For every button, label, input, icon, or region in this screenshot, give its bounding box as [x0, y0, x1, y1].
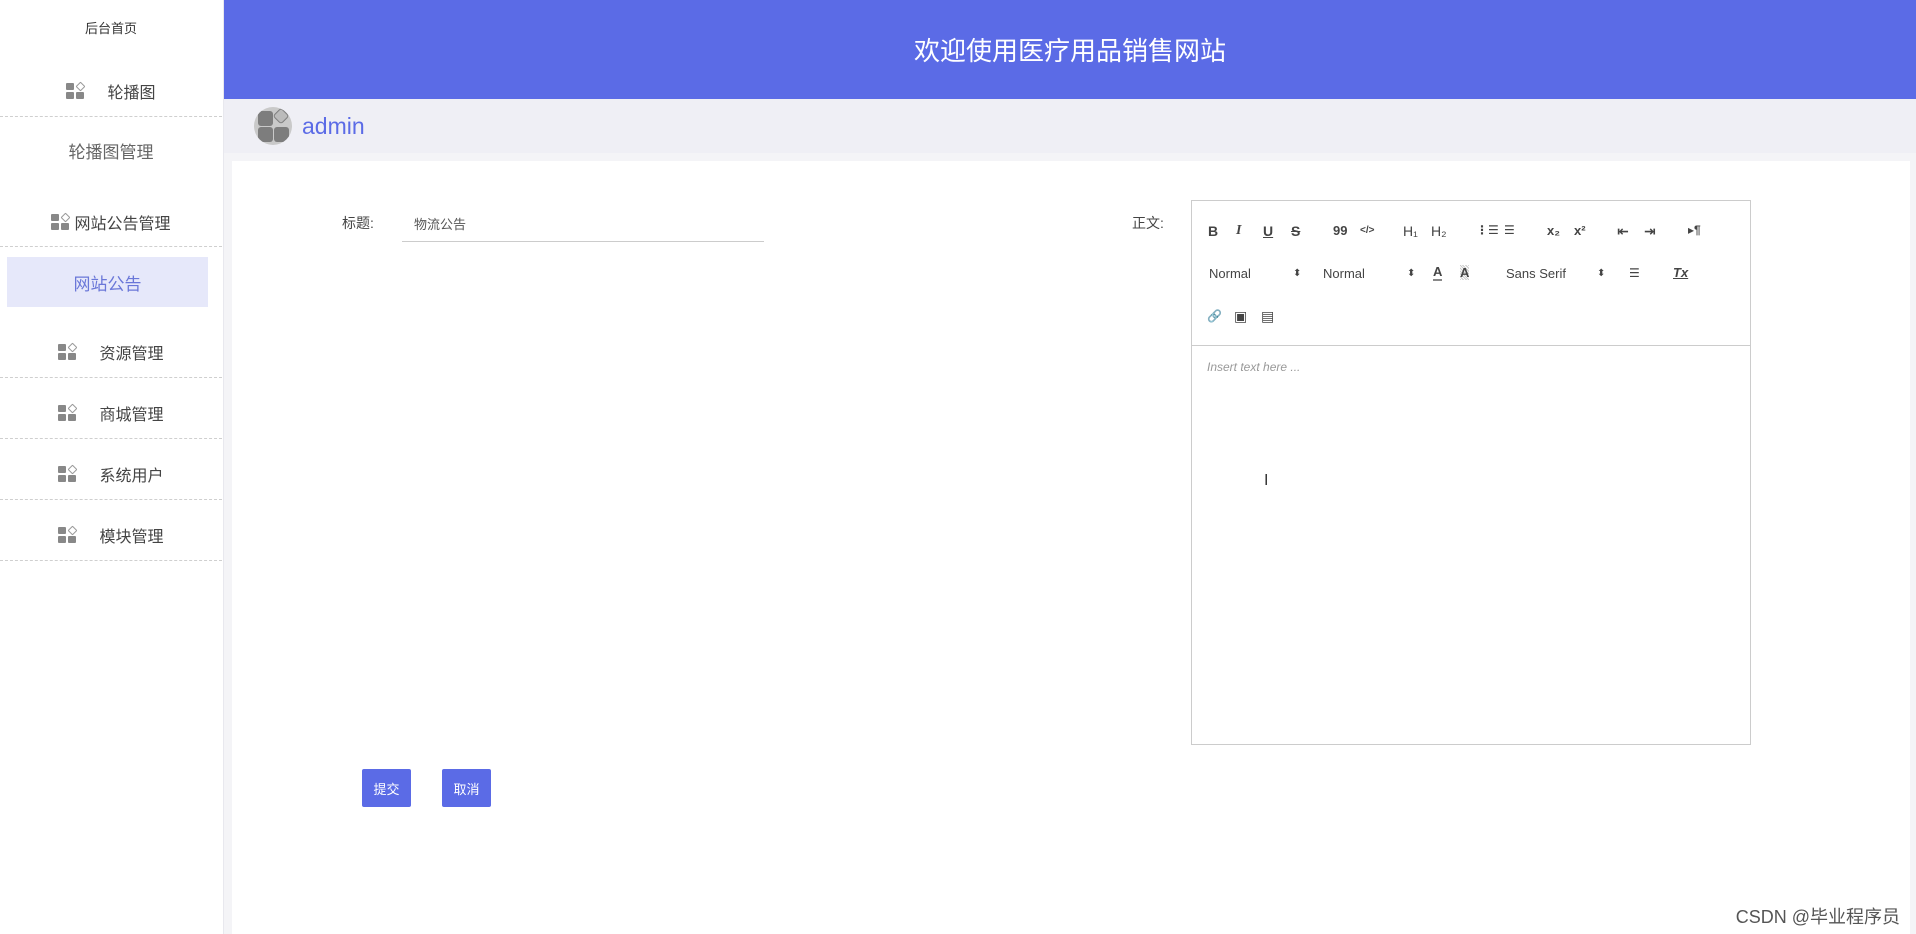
align-button[interactable]: ☰ [1629, 266, 1640, 280]
grid-icon [58, 464, 78, 483]
user-bar: admin [224, 99, 1916, 153]
clean-format-button[interactable]: Tx [1673, 265, 1688, 280]
italic-button[interactable]: I [1236, 223, 1241, 239]
cancel-button[interactable]: 取消 [442, 769, 491, 807]
sidebar-item-carousel[interactable]: 轮播图 [0, 66, 222, 117]
title-label: 标题: [342, 215, 374, 231]
header-select[interactable]: Normal ⬍ [1209, 266, 1304, 281]
sidebar-item-modules[interactable]: 模块管理 [0, 510, 222, 561]
strike-button[interactable]: S [1291, 223, 1300, 239]
subscript-button[interactable]: x₂ [1547, 223, 1560, 238]
ordered-list-button[interactable]: ⋮☰ [1476, 223, 1499, 237]
text-color-button[interactable]: A [1433, 265, 1443, 281]
grid-icon [58, 342, 78, 361]
editor-toolbar: B I U S 99 </> H₁ H₂ ⋮☰ ☰ x₂ x² ⇤ ⇥ ▸¶ N… [1192, 201, 1750, 346]
page-title: 欢迎使用医疗用品销售网站 [913, 36, 1226, 66]
select-arrows-icon: ⬍ [1597, 268, 1606, 279]
sidebar-item-label: 模块管理 [99, 529, 164, 546]
editor-content-area[interactable]: Insert text here ... [1192, 346, 1750, 744]
grid-icon [66, 81, 86, 100]
watermark: CSDN @毕业程序员 [1735, 907, 1900, 927]
h1-button[interactable]: H₁ [1403, 223, 1418, 239]
avatar[interactable] [254, 107, 292, 145]
font-select-value: Sans Serif [1506, 266, 1566, 281]
body-label: 正文: [1132, 215, 1164, 231]
sidebar-item-mall[interactable]: 商城管理 [0, 388, 222, 439]
background-color-button[interactable]: A [1460, 265, 1470, 280]
video-button[interactable]: ▤ [1261, 308, 1274, 325]
sidebar-item-label: 资源管理 [99, 346, 164, 363]
text-cursor-icon: I [1264, 472, 1269, 489]
select-arrows-icon: ⬍ [1407, 268, 1416, 279]
submit-button[interactable]: 提交 [362, 769, 411, 807]
sidebar-item-resources[interactable]: 资源管理 [0, 327, 222, 378]
sidebar-item-label: 商城管理 [99, 407, 164, 424]
superscript-button[interactable]: x² [1574, 223, 1586, 238]
page-header: 欢迎使用医疗用品销售网站 [224, 0, 1916, 99]
grid-icon [58, 403, 78, 422]
sidebar-home[interactable]: 后台首页 [0, 14, 222, 40]
size-select[interactable]: Normal ⬍ [1323, 266, 1418, 281]
font-select[interactable]: Sans Serif ⬍ [1506, 266, 1606, 281]
title-input[interactable] [402, 206, 764, 242]
link-button[interactable]: 🔗 [1207, 309, 1222, 323]
editor-placeholder: Insert text here ... [1207, 360, 1301, 374]
sidebar-item-notice-manage[interactable]: 网站公告管理 [0, 198, 222, 247]
sidebar-item-label: 轮播图 [107, 85, 156, 102]
sidebar-item-label: 网站公告管理 [74, 216, 171, 233]
direction-button[interactable]: ▸¶ [1688, 223, 1701, 237]
underline-button[interactable]: U [1263, 223, 1273, 239]
sidebar: 后台首页 轮播图 轮播图管理 网站公告管理 网站公告 资源管理 商城管理 系统用… [0, 0, 224, 934]
size-select-value: Normal [1323, 266, 1365, 281]
sidebar-subitem-notice[interactable]: 网站公告 [7, 257, 208, 307]
grid-icon [51, 212, 71, 231]
rich-text-editor: B I U S 99 </> H₁ H₂ ⋮☰ ☰ x₂ x² ⇤ ⇥ ▸¶ N… [1191, 200, 1751, 745]
select-arrows-icon: ⬍ [1293, 268, 1302, 279]
grid-icon [58, 525, 78, 544]
sidebar-item-users[interactable]: 系统用户 [0, 449, 222, 500]
image-button[interactable]: ▣ [1234, 308, 1247, 325]
code-button[interactable]: </> [1360, 225, 1374, 236]
sidebar-item-label: 系统用户 [99, 468, 164, 485]
header-select-value: Normal [1209, 266, 1251, 281]
quote-button[interactable]: 99 [1333, 223, 1347, 238]
indent-button[interactable]: ⇥ [1644, 223, 1656, 240]
sidebar-subitem-carousel-manage[interactable]: 轮播图管理 [0, 135, 222, 165]
bold-button[interactable]: B [1208, 223, 1218, 239]
username[interactable]: admin [302, 113, 365, 140]
h2-button[interactable]: H₂ [1431, 223, 1447, 239]
bullet-list-button[interactable]: ☰ [1504, 223, 1515, 237]
outdent-button[interactable]: ⇤ [1617, 223, 1629, 240]
